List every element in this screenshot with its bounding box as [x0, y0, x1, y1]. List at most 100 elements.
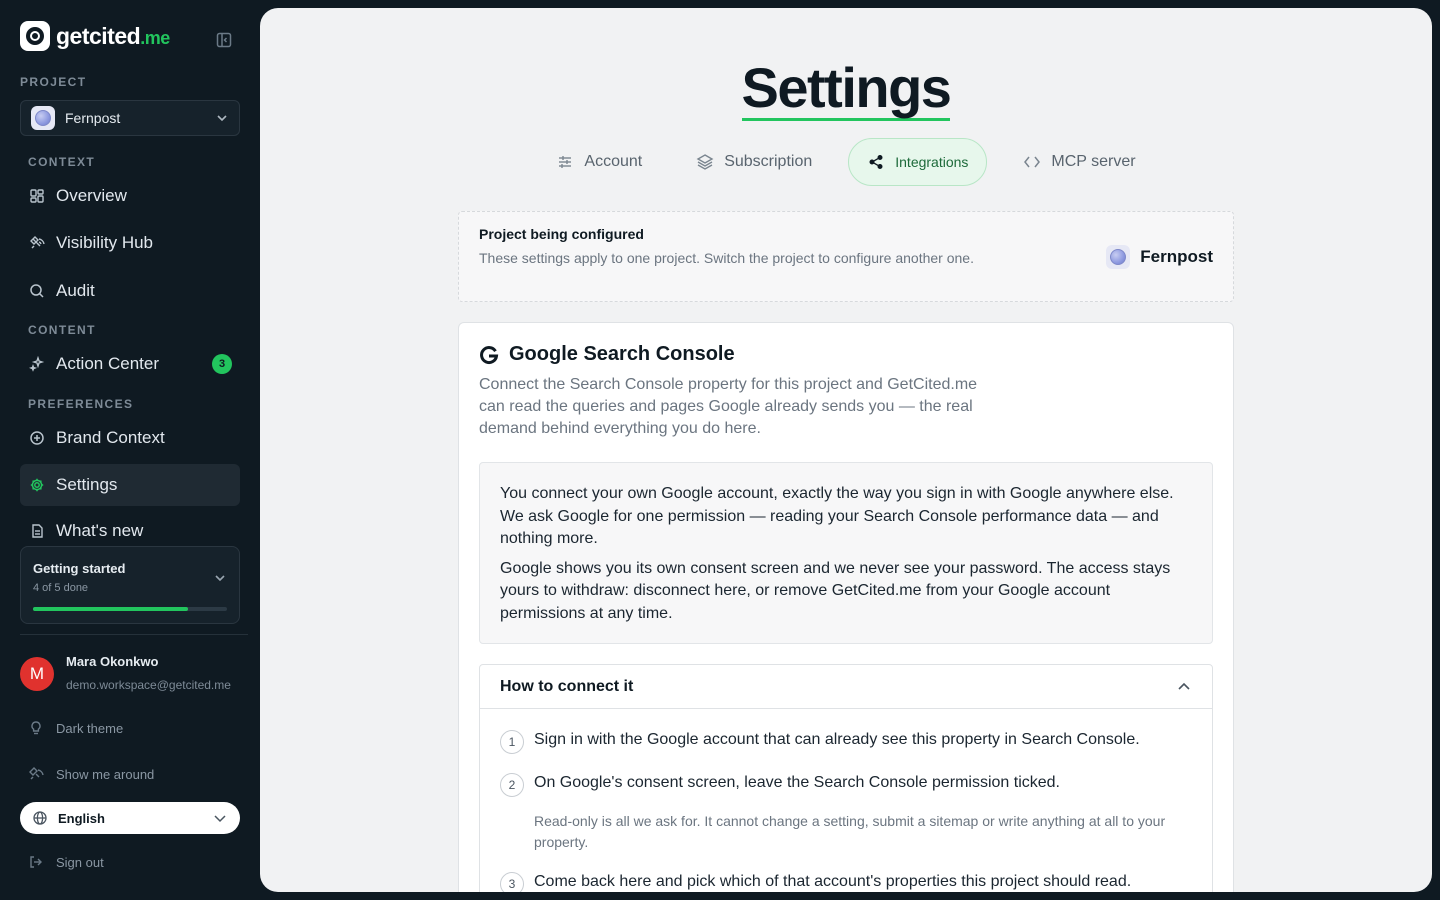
code-icon	[1023, 153, 1041, 171]
tab-label: MCP server	[1051, 153, 1136, 170]
sidebar-divider	[20, 634, 248, 635]
user-name: Mara Okonkwo	[66, 654, 159, 669]
sidebar-item-label: Action Center	[56, 354, 159, 373]
project-section-label: PROJECT	[20, 75, 87, 89]
user-profile[interactable]: M Mara Okonkwo demo.workspace@getcited.m…	[20, 654, 231, 692]
step-text: Come back here and pick which of that ac…	[534, 873, 1132, 890]
sidebar-item-brand-context[interactable]: Brand Context	[20, 417, 240, 459]
sign-out-link[interactable]: Sign out	[28, 854, 104, 870]
tab-subscription[interactable]: Subscription	[678, 138, 830, 186]
step-number: 2	[500, 773, 524, 797]
sign-out-label: Sign out	[56, 854, 104, 870]
satellite-icon	[28, 766, 44, 782]
satellite-icon	[28, 234, 46, 252]
grid-icon	[28, 187, 46, 205]
progress-fill	[33, 607, 189, 611]
lightbulb-icon	[28, 720, 44, 736]
show-me-around-link[interactable]: Show me around	[28, 766, 154, 782]
sidebar-item-label: What's new	[56, 521, 144, 540]
tab-label: Integrations	[895, 154, 969, 170]
count-badge: 3	[212, 354, 232, 374]
logo-icon	[20, 21, 50, 51]
gsc-info-box: You connect your own Google account, exa…	[479, 462, 1213, 644]
brand-logo[interactable]: getcited.me	[20, 21, 170, 51]
gear-icon	[28, 476, 46, 494]
project-card-name: Fernpost	[1140, 247, 1213, 266]
gsc-info-paragraph: Google shows you its own consent screen …	[500, 559, 1171, 622]
tab-mcp-server[interactable]: MCP server	[1005, 138, 1153, 186]
sidebar-item-whats-new[interactable]: What's new	[20, 520, 240, 542]
tab-label: Subscription	[724, 153, 813, 170]
sidebar-item-label: Overview	[56, 186, 127, 205]
step-note: Read-only is all we ask for. It cannot c…	[534, 813, 1166, 850]
chevron-down-icon	[217, 115, 227, 122]
brand-name: getcited.me	[56, 22, 170, 49]
list-item: 2 On Google's consent screen, leave the …	[500, 772, 1192, 853]
gsc-description: Connect the Search Console property for …	[479, 376, 978, 437]
dark-theme-label: Dark theme	[56, 720, 124, 736]
getting-started-card[interactable]: Getting started 4 of 5 done	[20, 546, 240, 624]
step-number: 1	[500, 730, 524, 754]
language-value: English	[58, 810, 105, 826]
project-globe-icon	[1106, 245, 1131, 269]
project-name: Fernpost	[65, 110, 121, 126]
sidebar-item-label: Settings	[56, 475, 118, 494]
chevron-down-icon[interactable]	[213, 571, 227, 585]
project-selector[interactable]: Fernpost	[20, 100, 240, 136]
tab-label: Account	[584, 153, 643, 170]
globe-icon	[33, 811, 47, 825]
project-card-title: Project being configured	[479, 226, 644, 242]
step-text: On Google's consent screen, leave the Se…	[534, 774, 1060, 791]
sliders-icon	[556, 153, 574, 171]
sidebar-item-audit[interactable]: Audit	[20, 270, 240, 312]
page-title: Settings	[741, 56, 952, 121]
dark-theme-toggle[interactable]: Dark theme	[28, 720, 123, 736]
sidebar-item-action-center[interactable]: Action Center 3	[20, 343, 240, 385]
language-selector[interactable]: English	[20, 802, 240, 834]
sidebar-item-label: Brand Context	[56, 428, 165, 447]
how-to-connect-title: How to connect it	[500, 677, 634, 695]
main-panel: Settings Account Subscription Integratio…	[260, 8, 1432, 892]
project-card-description: These settings apply to one project. Swi…	[479, 250, 974, 266]
google-icon	[479, 345, 499, 365]
layers-icon	[696, 153, 714, 171]
sidebar-item-settings[interactable]: Settings	[20, 464, 240, 506]
chevron-down-icon	[214, 815, 226, 823]
project-globe-icon	[31, 106, 55, 130]
gsc-info-paragraph: You connect your own Google account, exa…	[500, 485, 1174, 547]
preferences-section-label: PREFERENCES	[28, 397, 134, 411]
how-to-connect-accordion: How to connect it 1 Sign in with the Goo…	[479, 664, 1213, 892]
plus-circle-icon	[28, 429, 46, 447]
chevron-up-icon[interactable]	[1176, 679, 1192, 695]
tab-integrations[interactable]: Integrations	[848, 138, 988, 186]
sidebar: getcited.me PROJECT Fernpost CONTEXT Ove…	[0, 0, 260, 900]
project-indicator: Fernpost	[1106, 245, 1213, 269]
gsc-header: Google Search Console	[479, 343, 1213, 366]
sidebar-item-label: Visibility Hub	[56, 233, 154, 252]
context-section-label: CONTEXT	[28, 155, 96, 169]
how-to-steps: 1 Sign in with the Google account that c…	[480, 709, 1212, 892]
how-to-connect-header[interactable]: How to connect it	[480, 665, 1212, 709]
gsc-title: Google Search Console	[509, 343, 735, 365]
google-search-console-card: Google Search Console Connect the Search…	[458, 322, 1234, 892]
tab-account[interactable]: Account	[538, 138, 660, 186]
collapse-sidebar-icon[interactable]	[215, 31, 233, 49]
share-icon	[867, 153, 885, 171]
page-title-wrapper: Settings	[260, 58, 1432, 121]
sidebar-item-whats-new-clipped: What's new	[20, 520, 240, 542]
sidebar-item-label: Audit	[56, 281, 95, 300]
getting-started-progress-bar	[33, 607, 227, 611]
settings-tabs: Account Subscription Integrations MCP se…	[260, 138, 1432, 186]
list-item: 3 Come back here and pick which of that …	[500, 871, 1192, 892]
getting-started-progress-text: 4 of 5 done	[33, 582, 89, 594]
sidebar-item-overview[interactable]: Overview	[20, 175, 240, 217]
sparkles-icon	[28, 355, 46, 373]
step-text: Sign in with the Google account that can…	[534, 731, 1140, 748]
search-icon	[28, 282, 46, 300]
show-me-around-label: Show me around	[56, 766, 155, 782]
list-item: 1 Sign in with the Google account that c…	[500, 729, 1192, 754]
sidebar-item-visibility-hub[interactable]: Visibility Hub	[20, 222, 240, 264]
project-configured-card: Project being configured These settings …	[458, 211, 1234, 302]
content-section-label: CONTENT	[28, 323, 96, 337]
getting-started-title: Getting started	[33, 561, 126, 576]
